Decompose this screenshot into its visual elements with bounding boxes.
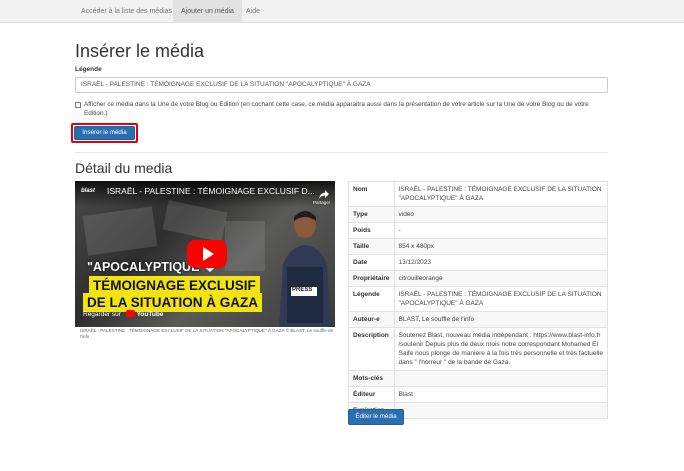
detail-key: Description (348, 327, 395, 371)
detail-value: ISRAËL - PALESTINE : TÉMOIGNAGE EXCLUSIF… (393, 286, 608, 312)
detail-value: 13/12/2023 (393, 254, 608, 271)
detail-value (393, 370, 608, 387)
watch-on-youtube[interactable]: Regarder sur YouTube (81, 309, 169, 321)
video-title[interactable]: ISRAËL - PALESTINE : TÉMOIGNAGE EXCLUSIF… (107, 186, 315, 196)
table-row: Nom ISRAËL - PALESTINE : TÉMOIGNAGE EXCLU… (348, 181, 608, 207)
share-label[interactable]: Partager (313, 200, 330, 205)
detail-value: video (393, 206, 608, 223)
section-divider (75, 152, 608, 153)
table-row: Éditeur Blast (348, 386, 608, 403)
table-row: Date 13/12/2023 (348, 254, 608, 271)
channel-logo[interactable]: blast (81, 188, 95, 194)
video-embed[interactable]: PRESS blast ISRAËL - PALESTINE : TÉMOIGN… (75, 181, 335, 327)
play-icon (203, 247, 214, 261)
detail-value: - (393, 222, 608, 239)
top-nav: Accéder à la liste des médias Ajouter un… (0, 0, 684, 23)
watch-on-label: Regarder sur (83, 311, 121, 318)
detail-key: Date (348, 254, 395, 271)
detail-key: Mots-clés (348, 370, 395, 387)
detail-value (393, 402, 608, 419)
detail-key: Type (348, 206, 395, 223)
detail-title: Détail du media (75, 160, 173, 176)
detail-value: citrouilleorange (393, 270, 608, 287)
detail-value: Soutenez Blast, nouveau média indépendan… (393, 327, 608, 371)
table-row: Mots-clés (348, 370, 608, 387)
show-on-front-label: Afficher ce média dans la Une de votre B… (84, 101, 589, 117)
show-on-front-checkbox[interactable] (75, 102, 81, 108)
tab-add-media[interactable]: Ajouter un média (173, 0, 242, 23)
detail-key: Légende (348, 286, 395, 312)
rubble-shape (225, 221, 265, 271)
insert-media-button[interactable]: Insérer le média (74, 126, 135, 140)
detail-key: Taille (348, 238, 395, 255)
detail-key: Poids (348, 222, 395, 239)
share-icon[interactable] (319, 190, 329, 199)
press-label: PRESS (292, 287, 313, 293)
table-row: Poids - (348, 222, 608, 239)
detail-key: Propriétaire (348, 270, 395, 287)
tab-help[interactable]: Aide (238, 0, 268, 23)
detail-key: Éditeur (348, 386, 395, 403)
media-detail-table: Nom ISRAËL - PALESTINE : TÉMOIGNAGE EXCLU… (348, 181, 608, 419)
table-row: Taille 854 x 480px (348, 238, 608, 255)
detail-key: Auteur-e (348, 311, 395, 328)
detail-key: Nom (348, 181, 395, 207)
detail-value: ISRAËL - PALESTINE : TÉMOIGNAGE EXCLUSIF… (393, 181, 608, 207)
table-row: Propriétaire citrouilleorange (348, 270, 608, 287)
table-row: Description Soutenez Blast, nouveau média… (348, 327, 608, 371)
detail-value: 854 x 480px (393, 238, 608, 255)
table-row: Type video (348, 206, 608, 223)
table-row: Auteur-e BLAST, Le souffle de l'info (348, 311, 608, 328)
reporter-figure (279, 211, 331, 327)
legend-input[interactable]: ISRAËL - PALESTINE : TÉMOIGNAGE EXCLUSIF… (75, 77, 608, 93)
table-row: Légende ISRAËL - PALESTINE : TÉMOIGNAGE E… (348, 286, 608, 312)
youtube-icon (125, 310, 135, 317)
tab-media-list[interactable]: Accéder à la liste des médias (73, 0, 180, 23)
edit-media-button[interactable]: Éditer le média (348, 409, 404, 425)
video-caption: ISRAËL - PALESTINE : TÉMOIGNAGE EXCLUSIF… (80, 328, 334, 339)
detail-value: BLAST, Le souffle de l'info (393, 311, 608, 328)
page-title: Insérer le média (75, 41, 205, 61)
detail-value: Blast (393, 386, 608, 403)
youtube-label: YouTube (136, 311, 164, 318)
legend-label: Légende (75, 66, 102, 73)
